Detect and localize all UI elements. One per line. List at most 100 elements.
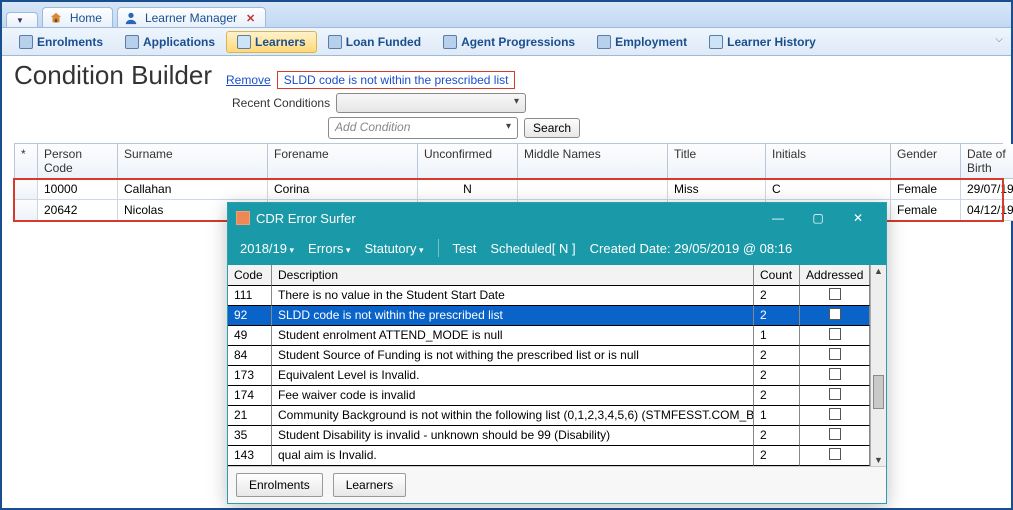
app-menu-tab[interactable]: ▼ — [6, 12, 38, 27]
col-person-code[interactable]: Person Code — [38, 144, 118, 179]
maximize-button[interactable]: ▢ — [798, 207, 838, 229]
cell-code[interactable]: 35 — [228, 426, 272, 446]
close-icon[interactable]: ✕ — [246, 12, 255, 25]
cell-count[interactable]: 2 — [754, 306, 800, 326]
cell-addressed[interactable] — [800, 306, 870, 326]
cell-desc[interactable]: Equivalent Level is Invalid. — [272, 366, 754, 386]
row-selector-header[interactable]: * — [14, 144, 38, 179]
checkbox[interactable] — [829, 328, 841, 340]
statutory-dropdown[interactable]: Statutory — [364, 241, 423, 256]
tab-enrolments[interactable]: Enrolments — [8, 31, 114, 53]
tab-agent-progressions[interactable]: Agent Progressions — [432, 31, 586, 53]
col-initials[interactable]: Initials — [766, 144, 891, 179]
cell-code[interactable]: 111 — [228, 286, 272, 306]
col-forename[interactable]: Forename — [268, 144, 418, 179]
home-tab[interactable]: Home — [42, 7, 113, 27]
add-condition-select[interactable]: Add Condition — [328, 117, 518, 139]
cell-addressed[interactable] — [800, 446, 870, 466]
scroll-up-icon[interactable]: ▲ — [871, 266, 886, 276]
row-selector[interactable] — [14, 200, 38, 221]
tab-learner-history[interactable]: Learner History — [698, 31, 827, 53]
col-unconfirmed[interactable]: Unconfirmed — [418, 144, 518, 179]
col-addressed[interactable]: Addressed — [800, 265, 870, 286]
cell-count[interactable]: 1 — [754, 406, 800, 426]
cell-code[interactable]: 174 — [228, 386, 272, 406]
cell-desc[interactable]: There is no value in the Student Start D… — [272, 286, 754, 306]
col-gender[interactable]: Gender — [891, 144, 961, 179]
cell-surname[interactable]: Callahan — [118, 179, 268, 200]
cell-dob[interactable]: 04/12/1989 — [961, 200, 1013, 221]
checkbox[interactable] — [829, 428, 841, 440]
cell-desc[interactable]: Fee waiver code is invalid — [272, 386, 754, 406]
cell-code[interactable]: 84 — [228, 346, 272, 366]
remove-condition-link[interactable]: Remove — [226, 73, 271, 87]
col-middle[interactable]: Middle Names — [518, 144, 668, 179]
expand-ribbon-icon[interactable]: ⌵ — [995, 34, 1003, 45]
cell-code[interactable]: 173 — [228, 366, 272, 386]
table-row[interactable]: 10000 Callahan Corina N Miss C Female 29… — [14, 179, 1003, 200]
tab-applications[interactable]: Applications — [114, 31, 226, 53]
cell-dob[interactable]: 29/07/1996 — [961, 179, 1013, 200]
col-count[interactable]: Count — [754, 265, 800, 286]
cell-addressed[interactable] — [800, 386, 870, 406]
search-button[interactable]: Search — [524, 118, 580, 138]
scrollbar[interactable]: ▲ ▼ — [870, 265, 886, 466]
learner-manager-tab[interactable]: Learner Manager ✕ — [117, 7, 266, 27]
checkbox[interactable] — [829, 368, 841, 380]
minimize-button[interactable]: — — [758, 207, 798, 229]
scroll-down-icon[interactable]: ▼ — [871, 455, 886, 465]
cell-desc[interactable]: Community Background is not within the f… — [272, 406, 754, 426]
cell-count[interactable]: 2 — [754, 366, 800, 386]
errors-dropdown[interactable]: Errors — [308, 241, 350, 256]
cell-count[interactable]: 2 — [754, 446, 800, 466]
recent-conditions-select[interactable] — [336, 93, 526, 113]
cell-addressed[interactable] — [800, 406, 870, 426]
cell-count[interactable]: 2 — [754, 386, 800, 406]
cell-initials[interactable]: C — [766, 179, 891, 200]
tab-loan-funded[interactable]: Loan Funded — [317, 31, 432, 53]
cell-addressed[interactable] — [800, 346, 870, 366]
checkbox[interactable] — [829, 448, 841, 460]
cell-addressed[interactable] — [800, 326, 870, 346]
cell-desc[interactable]: qual aim is Invalid. — [272, 446, 754, 466]
cell-forename[interactable]: Corina — [268, 179, 418, 200]
cell-addressed[interactable] — [800, 426, 870, 446]
checkbox[interactable] — [829, 308, 841, 320]
learners-button[interactable]: Learners — [333, 473, 406, 497]
year-dropdown[interactable]: 2018/19 — [240, 241, 294, 256]
checkbox[interactable] — [829, 408, 841, 420]
row-selector[interactable] — [14, 179, 38, 200]
col-title[interactable]: Title — [668, 144, 766, 179]
cell-code[interactable]: 92 — [228, 306, 272, 326]
col-surname[interactable]: Surname — [118, 144, 268, 179]
checkbox[interactable] — [829, 348, 841, 360]
cell-person-code[interactable]: 20642 — [38, 200, 118, 221]
tab-learners[interactable]: Learners — [226, 31, 317, 53]
cell-unconfirmed[interactable]: N — [418, 179, 518, 200]
cell-code[interactable]: 21 — [228, 406, 272, 426]
cell-addressed[interactable] — [800, 366, 870, 386]
col-dob[interactable]: Date of Birth — [961, 144, 1013, 179]
cell-desc[interactable]: SLDD code is not within the prescribed l… — [272, 306, 754, 326]
enrolments-button[interactable]: Enrolments — [236, 473, 323, 497]
checkbox[interactable] — [829, 288, 841, 300]
cell-desc[interactable]: Student enrolment ATTEND_MODE is null — [272, 326, 754, 346]
cell-count[interactable]: 2 — [754, 346, 800, 366]
titlebar[interactable]: CDR Error Surfer — ▢ ✕ — [228, 203, 886, 233]
cell-code[interactable]: 143 — [228, 446, 272, 466]
cell-count[interactable]: 2 — [754, 426, 800, 446]
cell-person-code[interactable]: 10000 — [38, 179, 118, 200]
cell-middle[interactable] — [518, 179, 668, 200]
cell-code[interactable]: 49 — [228, 326, 272, 346]
col-desc[interactable]: Description — [272, 265, 754, 286]
cell-gender[interactable]: Female — [891, 179, 961, 200]
tab-employment[interactable]: Employment — [586, 31, 698, 53]
checkbox[interactable] — [829, 388, 841, 400]
cell-desc[interactable]: Student Disability is invalid - unknown … — [272, 426, 754, 446]
cell-gender[interactable]: Female — [891, 200, 961, 221]
cell-title[interactable]: Miss — [668, 179, 766, 200]
cell-desc[interactable]: Student Source of Funding is not withing… — [272, 346, 754, 366]
cell-addressed[interactable] — [800, 286, 870, 306]
scroll-thumb[interactable] — [873, 375, 884, 409]
cell-count[interactable]: 1 — [754, 326, 800, 346]
